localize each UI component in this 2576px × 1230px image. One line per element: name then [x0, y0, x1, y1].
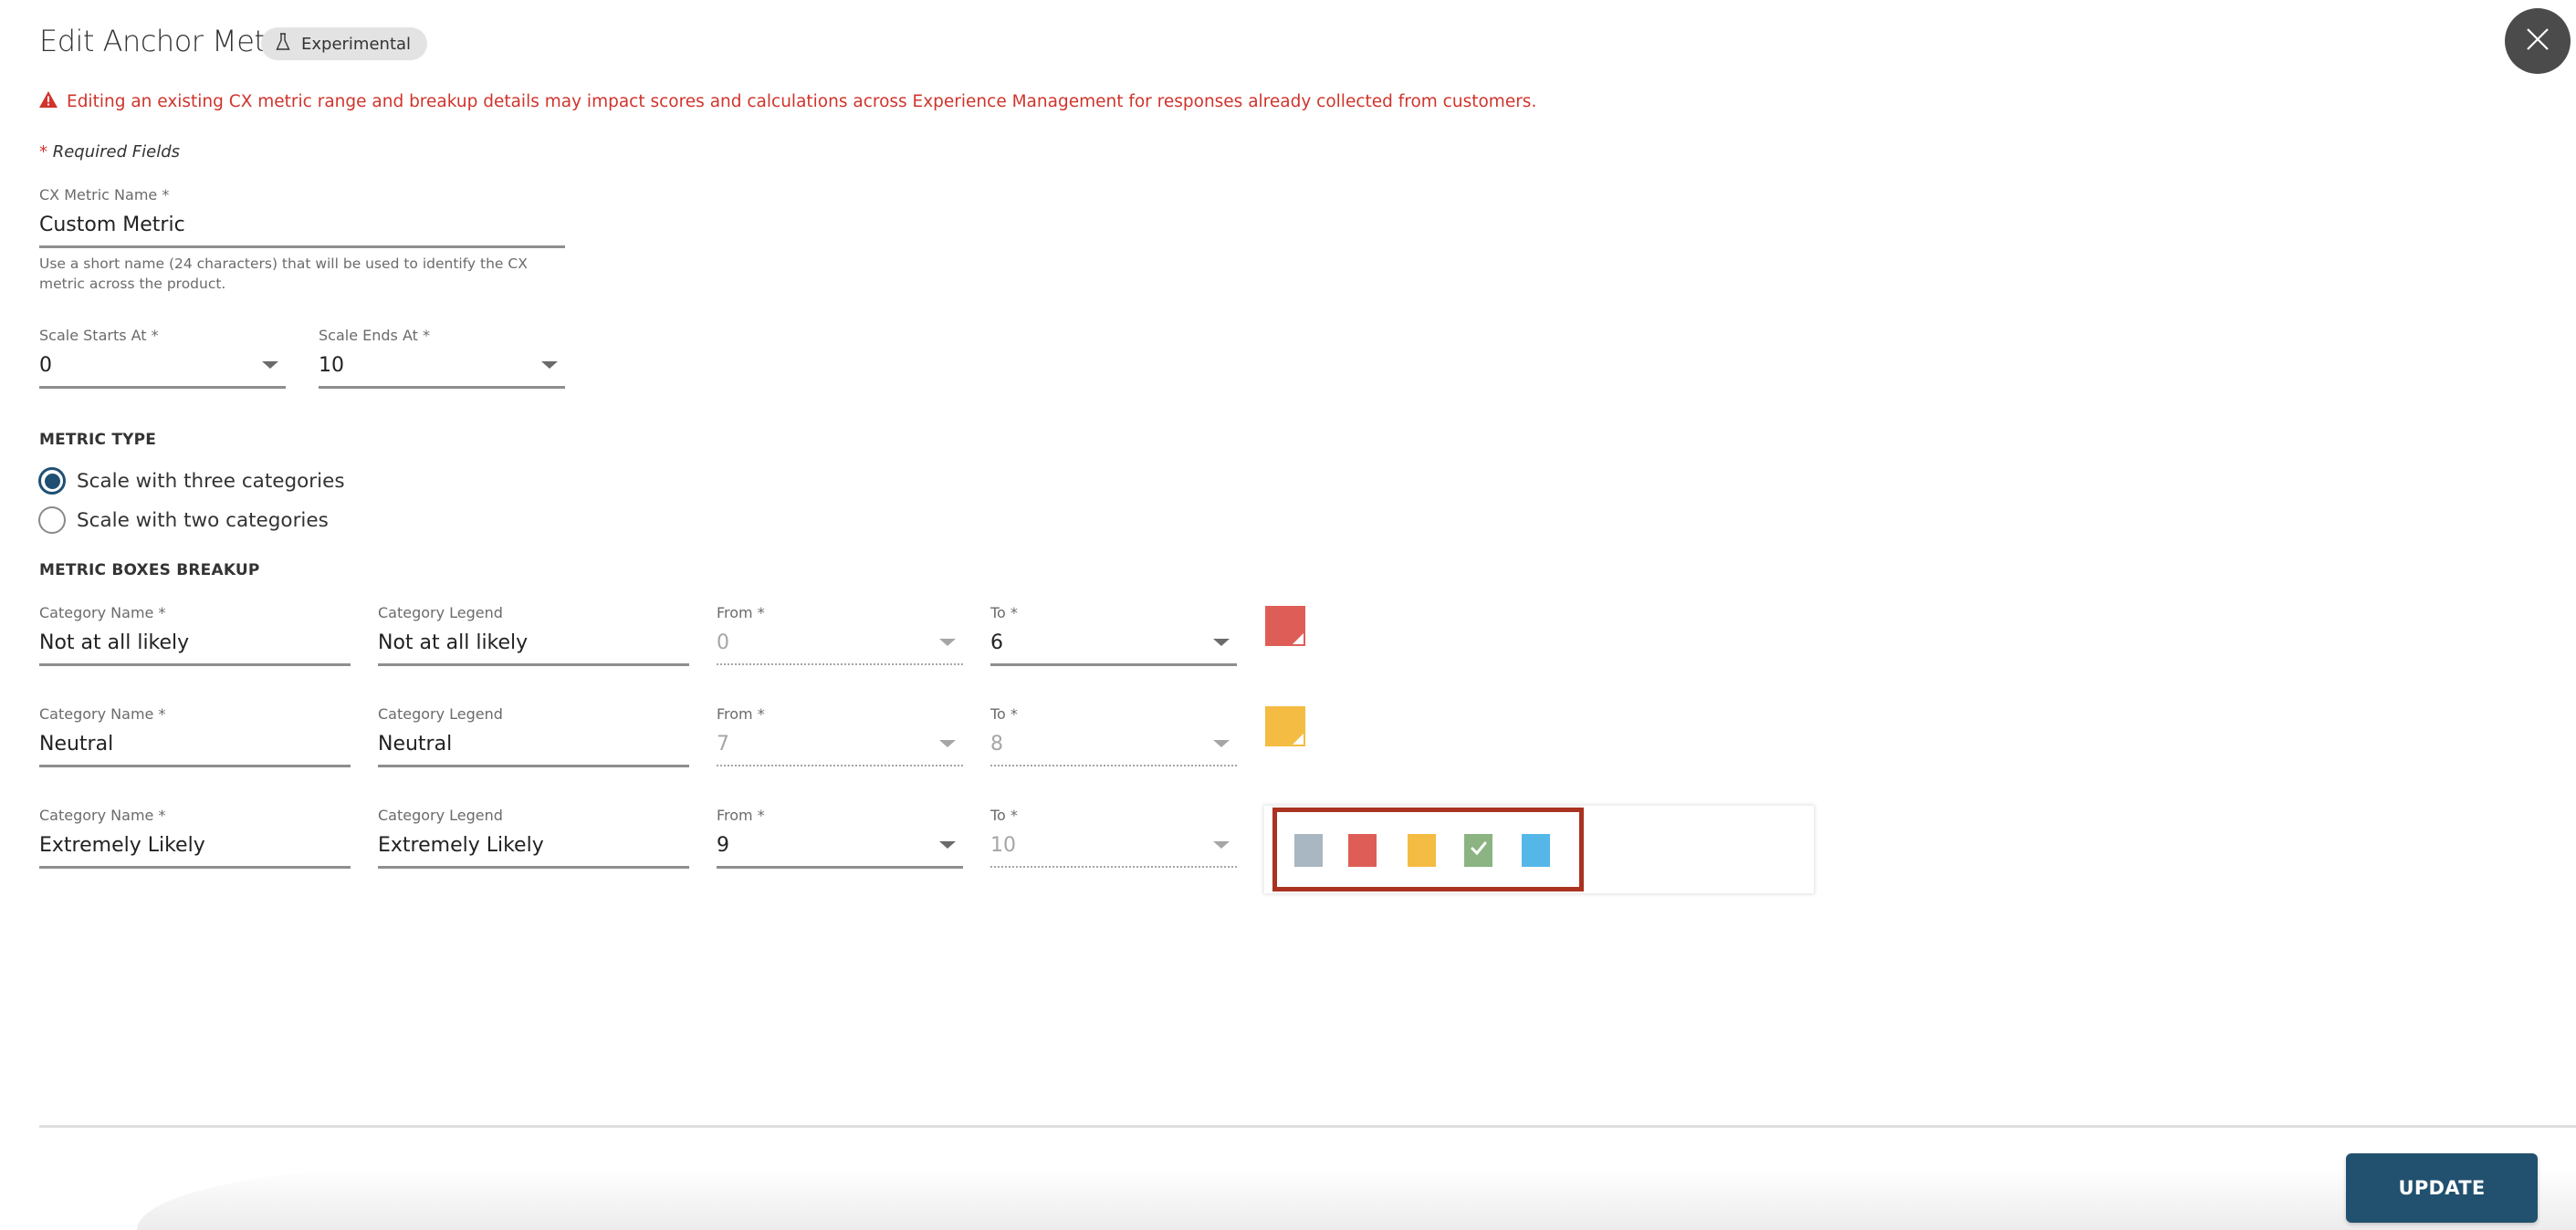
chevron-down-icon	[1213, 841, 1230, 849]
scale-end-value[interactable]: 10	[319, 353, 565, 379]
category-legend-field[interactable]: Category Legend Neutral	[378, 705, 689, 767]
close-icon	[2526, 27, 2550, 55]
scale-end-select[interactable]: Scale Ends At * 10	[319, 327, 565, 389]
category-name-input[interactable]: Neutral	[39, 732, 351, 757]
experimental-badge: Experimental	[261, 27, 428, 60]
to-select: To * 10	[990, 807, 1237, 868]
palette-color-yellow[interactable]	[1408, 834, 1436, 867]
radio-button-checked[interactable]	[38, 467, 66, 495]
radio-two-categories[interactable]: Scale with two categories	[38, 506, 329, 534]
chevron-down-icon	[1213, 740, 1230, 747]
required-fields-note: * Required Fields	[39, 142, 180, 162]
chevron-down-icon[interactable]	[262, 361, 278, 369]
category-legend-input[interactable]: Neutral	[378, 732, 689, 757]
warning-triangle-icon	[39, 91, 58, 112]
category-legend-input[interactable]: Extremely Likely	[378, 833, 689, 859]
chevron-down-icon	[939, 740, 956, 747]
scale-start-label: Scale Starts At *	[39, 327, 159, 344]
bottom-shadow	[137, 1168, 2576, 1230]
to-select[interactable]: To * 6	[990, 604, 1237, 666]
category-name-field[interactable]: Category Name * Neutral	[39, 705, 351, 767]
from-value[interactable]: 9	[717, 833, 963, 859]
from-select: From * 7	[717, 705, 963, 766]
scale-start-select[interactable]: Scale Starts At * 0	[39, 327, 286, 389]
scale-start-value[interactable]: 0	[39, 353, 286, 379]
color-picker-swatch[interactable]	[1265, 706, 1305, 746]
category-name-field[interactable]: Category Name * Not at all likely	[39, 604, 351, 666]
radio-button-unchecked[interactable]	[38, 506, 66, 534]
metric-boxes-breakup-heading: METRIC BOXES BREAKUP	[39, 561, 260, 579]
palette-color-green[interactable]	[1464, 834, 1492, 867]
category-name-input[interactable]: Extremely Likely	[39, 833, 351, 859]
scale-end-label: Scale Ends At *	[319, 327, 430, 344]
category-name-input[interactable]: Not at all likely	[39, 631, 351, 656]
chevron-down-icon[interactable]	[541, 361, 558, 369]
from-value: 7	[717, 733, 729, 756]
category-legend-field[interactable]: Category Legend Extremely Likely	[378, 807, 689, 869]
from-select: From * 0	[717, 604, 963, 665]
to-value[interactable]: 6	[990, 631, 1237, 656]
chevron-down-icon[interactable]	[939, 841, 956, 849]
close-button[interactable]	[2505, 8, 2571, 74]
footer-divider	[39, 1125, 2576, 1128]
badge-label: Experimental	[301, 34, 412, 54]
chevron-down-icon[interactable]	[1213, 639, 1230, 646]
warning-text: Editing an existing CX metric range and …	[67, 92, 1537, 111]
category-legend-field[interactable]: Category Legend Not at all likely	[378, 604, 689, 666]
color-picker-swatch[interactable]	[1265, 606, 1305, 646]
metric-name-label: CX Metric Name *	[39, 186, 170, 203]
metric-name-helper: Use a short name (24 characters) that wi…	[39, 255, 528, 292]
palette-color-gray[interactable]	[1294, 834, 1323, 867]
from-value: 0	[717, 631, 729, 654]
category-name-field[interactable]: Category Name * Extremely Likely	[39, 807, 351, 869]
to-value: 8	[990, 733, 1003, 756]
to-select: To * 8	[990, 705, 1237, 766]
radio-three-categories[interactable]: Scale with three categories	[38, 467, 345, 495]
update-button[interactable]: UPDATE	[2346, 1153, 2538, 1223]
chevron-down-icon	[939, 639, 956, 646]
flask-icon	[276, 32, 290, 56]
metric-type-heading: METRIC TYPE	[39, 431, 157, 449]
metric-name-input[interactable]: Custom Metric	[39, 213, 565, 238]
category-legend-input[interactable]: Not at all likely	[378, 631, 689, 656]
palette-color-red[interactable]	[1348, 834, 1377, 867]
warning-message: Editing an existing CX metric range and …	[39, 91, 1536, 112]
to-value: 10	[990, 834, 1016, 857]
metric-name-field[interactable]: CX Metric Name * Custom Metric	[39, 186, 565, 248]
palette-color-blue[interactable]	[1522, 834, 1550, 867]
from-select[interactable]: From * 9	[717, 807, 963, 869]
checkmark-icon	[1470, 840, 1488, 860]
